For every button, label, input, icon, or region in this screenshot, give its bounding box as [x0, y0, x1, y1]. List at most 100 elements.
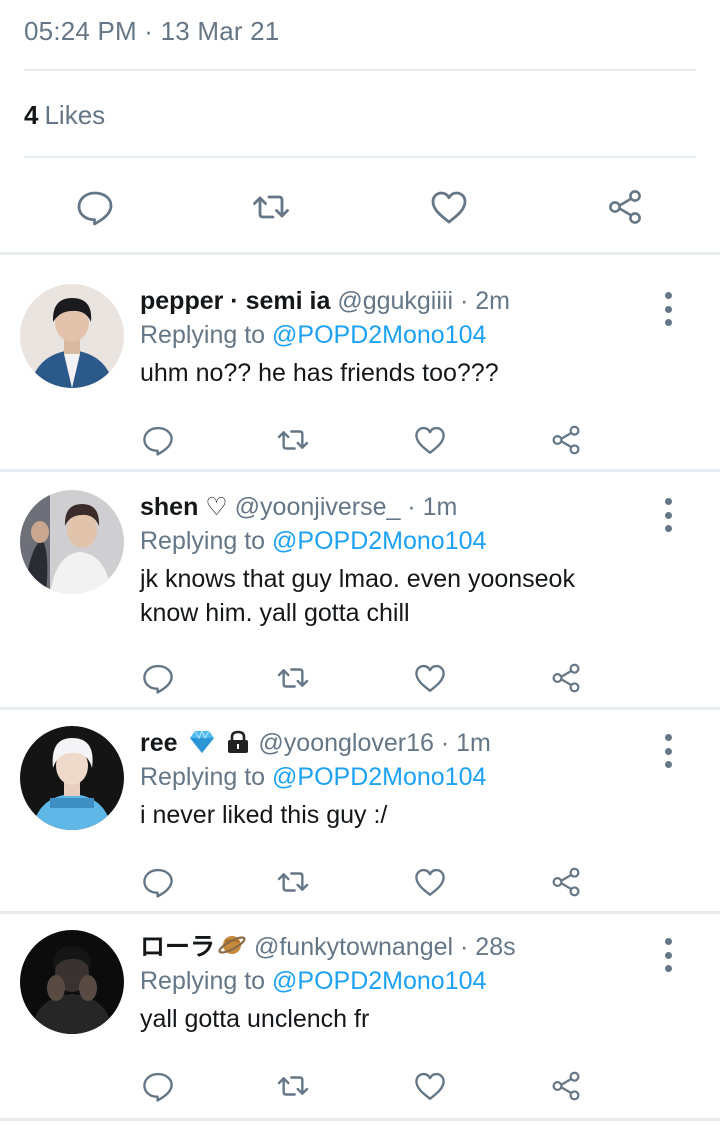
avatar[interactable]: [20, 726, 124, 830]
like-icon: [413, 661, 447, 695]
reply-author-name[interactable]: ree: [140, 729, 178, 757]
retweet-icon: [276, 661, 310, 695]
retweet-icon: [276, 423, 310, 457]
share-icon: [549, 423, 583, 457]
reply-text-line: i never liked this guy :/: [140, 801, 388, 829]
lock-icon: [228, 730, 249, 753]
reply-button[interactable]: [136, 860, 180, 904]
tweet-detail-page: 05:24 PM · 13 Mar 21 4 Likes pepper · se…: [0, 0, 720, 1125]
like-button[interactable]: [408, 418, 452, 462]
reply-author-name[interactable]: shen ♡: [140, 493, 228, 521]
reply-action-bar: [130, 860, 590, 904]
reply-author-handle[interactable]: @yoonjiverse_: [235, 493, 401, 521]
like-button[interactable]: [424, 180, 474, 234]
reply-tweet[interactable]: pepper · semi ia @ggukgiiii · 2m Replyin…: [0, 284, 720, 470]
share-button[interactable]: [600, 180, 650, 234]
reply-text: uhm no?? he has friends too???: [140, 356, 660, 390]
reply-text-line: jk knows that guy lmao. even yoonseok: [140, 565, 575, 593]
share-icon: [549, 661, 583, 695]
share-button[interactable]: [544, 860, 588, 904]
reply-icon: [141, 423, 175, 457]
divider: [0, 252, 720, 255]
likes-label: Likes: [44, 100, 106, 130]
reply-author-handle[interactable]: @funkytownangel: [254, 933, 453, 961]
likes-row[interactable]: 4 Likes: [24, 100, 105, 131]
divider: [0, 1118, 720, 1121]
retweet-button[interactable]: [271, 860, 315, 904]
divider: [24, 69, 696, 71]
reply-button[interactable]: [136, 656, 180, 700]
replying-to-mention[interactable]: @POPD2Mono104: [272, 967, 486, 995]
reply-action-bar: [130, 656, 590, 700]
retweet-icon: [251, 187, 291, 227]
planet-icon: [218, 936, 246, 954]
divider: [0, 911, 720, 914]
replying-to-mention[interactable]: @POPD2Mono104: [272, 321, 486, 349]
share-button[interactable]: [544, 418, 588, 462]
share-icon: [605, 187, 645, 227]
tweet-action-bar: [0, 180, 720, 234]
diamond-icon: [189, 729, 214, 753]
like-icon: [413, 1069, 447, 1103]
reply-action-bar: [130, 1064, 590, 1108]
reply-text-line: yall gotta unclench fr: [140, 1005, 370, 1033]
reply-text-line: uhm no?? he has friends too???: [140, 359, 499, 387]
divider: [24, 156, 696, 158]
reply-time: · 1m: [407, 493, 458, 521]
reply-icon: [141, 865, 175, 899]
like-icon: [429, 187, 469, 227]
retweet-button[interactable]: [271, 418, 315, 462]
more-options-icon[interactable]: [660, 938, 676, 972]
reply-time: · 2m: [459, 287, 510, 315]
retweet-button[interactable]: [246, 180, 296, 234]
like-button[interactable]: [408, 860, 452, 904]
more-options-icon[interactable]: [660, 292, 676, 326]
like-button[interactable]: [408, 656, 452, 700]
reply-button[interactable]: [70, 180, 120, 234]
replying-to-label: Replying to: [140, 967, 266, 995]
reply-icon: [141, 661, 175, 695]
reply-tweet[interactable]: ローラ @funkytownangel · 28s Replying to @P…: [0, 930, 720, 1120]
avatar[interactable]: [20, 930, 124, 1034]
avatar[interactable]: [20, 284, 124, 388]
reply-text: jk knows that guy lmao. even yoonseok kn…: [140, 562, 660, 630]
likes-count: 4: [24, 100, 39, 130]
replying-to-label: Replying to: [140, 527, 266, 555]
retweet-icon: [276, 1069, 310, 1103]
share-button[interactable]: [544, 656, 588, 700]
divider: [0, 469, 720, 472]
reply-tweet[interactable]: shen ♡ @yoonjiverse_ · 1m Replying to @P…: [0, 490, 720, 708]
reply-text: i never liked this guy :/: [140, 798, 660, 832]
replying-to-label: Replying to: [140, 763, 266, 791]
share-icon: [549, 1069, 583, 1103]
replying-to-mention[interactable]: @POPD2Mono104: [272, 763, 486, 791]
replying-to-label: Replying to: [140, 321, 266, 349]
retweet-icon: [276, 865, 310, 899]
like-icon: [413, 423, 447, 457]
divider: [0, 707, 720, 710]
reply-time: · 1m: [440, 729, 491, 757]
reply-text-line: know him. yall gotta chill: [140, 599, 410, 627]
reply-time: · 28s: [460, 933, 516, 961]
reply-author-handle[interactable]: @ggukgiiii: [337, 287, 453, 315]
more-options-icon[interactable]: [660, 734, 676, 768]
share-icon: [549, 865, 583, 899]
reply-text: yall gotta unclench fr: [140, 1002, 660, 1036]
reply-button[interactable]: [136, 1064, 180, 1108]
reply-author-handle[interactable]: @yoonglover16: [258, 729, 434, 757]
reply-icon: [141, 1069, 175, 1103]
avatar[interactable]: [20, 490, 124, 594]
reply-author-name[interactable]: ローラ: [140, 933, 215, 961]
like-icon: [413, 865, 447, 899]
share-button[interactable]: [544, 1064, 588, 1108]
reply-tweet[interactable]: ree @yoonglover16 · 1m Replying to @POPD…: [0, 726, 720, 912]
tweet-timestamp: 05:24 PM · 13 Mar 21: [24, 16, 280, 46]
reply-icon: [75, 187, 115, 227]
more-options-icon[interactable]: [660, 498, 676, 532]
retweet-button[interactable]: [271, 1064, 315, 1108]
reply-button[interactable]: [136, 418, 180, 462]
replying-to-mention[interactable]: @POPD2Mono104: [272, 527, 486, 555]
retweet-button[interactable]: [271, 656, 315, 700]
reply-author-name[interactable]: pepper · semi ia: [140, 287, 330, 315]
like-button[interactable]: [408, 1064, 452, 1108]
